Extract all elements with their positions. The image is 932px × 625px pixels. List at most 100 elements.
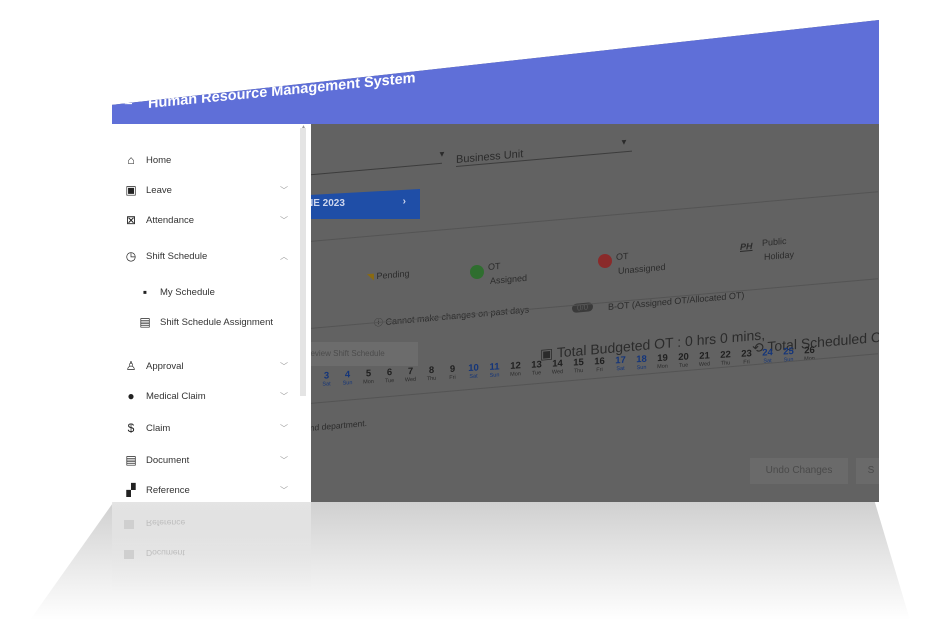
day-column-header: 4 Sun: [339, 369, 356, 387]
stamp-icon: ♙: [125, 359, 137, 373]
divider: [298, 278, 878, 330]
day-weekday: Sun: [342, 380, 353, 387]
chevron-down-icon[interactable]: ▼: [438, 149, 446, 159]
chevron-right-icon: ›: [402, 196, 406, 207]
day-weekday: Fri: [596, 366, 603, 374]
sidebar-item-approval[interactable]: ♙ Approval ﹀: [112, 351, 298, 381]
calendar-x-icon: ⊠: [125, 213, 137, 227]
day-column-header: 7 Wed: [402, 366, 419, 384]
sidebar-item-label: Attendance: [146, 214, 195, 226]
day-weekday: Fri: [449, 374, 456, 382]
chevron-down-icon[interactable]: ﹀: [280, 361, 288, 372]
day-column-header: 14 Wed: [549, 358, 566, 376]
reflection-icon: [124, 520, 134, 529]
dashboard-icon: ▞: [126, 483, 136, 497]
sidebar-reflection: Reference Document: [112, 502, 311, 592]
hamburger-menu-icon[interactable]: ≡: [124, 94, 138, 109]
chevron-down-icon[interactable]: ﹀: [280, 455, 288, 466]
month-next-button[interactable]: NE 2023 ›: [298, 189, 420, 219]
clipboard-icon: ▤: [139, 315, 151, 329]
day-column-header: 19 Mon: [654, 352, 671, 371]
day-column-header: 22 Thu: [717, 349, 734, 367]
reflection-icon: [124, 550, 134, 559]
sidebar-item-home[interactable]: ⌂ Home: [112, 145, 298, 175]
ot-assigned-icon: [470, 265, 484, 279]
day-weekday: Sat: [469, 373, 478, 380]
app-title: Human Resource Management System: [148, 70, 416, 112]
chevron-up-icon[interactable]: ︿: [280, 251, 288, 262]
day-weekday: Mon: [510, 371, 521, 378]
day-column-header: 20 Tue: [675, 351, 692, 369]
sidebar-item-label: Shift Schedule: [146, 250, 208, 262]
reflection-label: Document: [146, 548, 185, 558]
chevron-down-icon[interactable]: ﹀: [280, 485, 288, 496]
ot-assigned-line2: Assigned: [490, 272, 528, 286]
day-weekday: Wed: [404, 376, 417, 384]
day-weekday: Tue: [384, 377, 395, 385]
pending-label: Pending: [376, 268, 410, 282]
ot-assigned-line1: OT: [488, 260, 501, 272]
day-weekday: Sat: [616, 365, 625, 373]
save-button[interactable]: S: [856, 458, 879, 484]
sidebar-item-shift-schedule-assignment[interactable]: ▤ Shift Schedule Assignment: [112, 307, 298, 337]
day-column-header: 12 Mon: [507, 360, 524, 378]
dollar-icon: $: [127, 421, 135, 435]
day-column-header: 3 Sat: [318, 370, 335, 388]
document-icon: ▤: [125, 453, 137, 467]
chevron-down-icon[interactable]: ▼: [620, 137, 628, 147]
month-label: NE 2023: [306, 198, 345, 209]
app-bar: ≡ Human Resource Management System: [112, 20, 879, 124]
sidebar-item-label: Approval: [146, 360, 184, 372]
home-icon: ⌂: [127, 153, 135, 167]
sidebar-item-label: Reference: [146, 484, 190, 496]
chevron-down-icon[interactable]: ﹀: [280, 423, 288, 434]
undo-changes-button[interactable]: Undo Changes: [750, 458, 848, 484]
dollar-circle-icon: ●: [127, 389, 135, 403]
ot-unassigned-icon: [598, 254, 612, 268]
public-holiday-line1: Public: [762, 235, 787, 248]
day-column-header: 10 Sat: [465, 362, 482, 380]
public-holiday-abbr: PH: [740, 240, 753, 252]
chevron-down-icon[interactable]: ﹀: [280, 215, 288, 226]
flag-icon: ◥: [367, 271, 374, 282]
sidebar-item-label: Home: [146, 154, 172, 166]
chevron-down-icon[interactable]: ﹀: [280, 391, 288, 402]
sidebar-item-medical-claim[interactable]: ● Medical Claim ﹀: [112, 381, 298, 411]
day-weekday: Mon: [363, 378, 374, 386]
sidebar-item-label: Shift Schedule Assignment: [160, 316, 274, 328]
public-holiday-line2: Holiday: [764, 249, 795, 262]
day-weekday: Tue: [678, 362, 689, 369]
pending-legend: ◥ Pending: [367, 268, 409, 283]
badge-icon: ▪: [142, 285, 148, 299]
day-column-header: 6 Tue: [381, 367, 398, 385]
day-column-header: 16 Fri: [591, 356, 608, 374]
sidebar-scrollbar[interactable]: [300, 128, 306, 396]
day-column-header: 17 Sat: [612, 355, 629, 373]
sidebar-item-label: Medical Claim: [146, 390, 206, 402]
day-column-header: 21 Wed: [696, 350, 713, 368]
sidebar-item-document[interactable]: ▤ Document ﹀: [112, 445, 298, 475]
sidebar-item-shift-schedule[interactable]: ◷ Shift Schedule ︿: [112, 241, 298, 271]
scroll-up-icon[interactable]: ▲: [301, 124, 306, 130]
sidebar-item-reference[interactable]: ▞ Reference ﹀: [112, 475, 298, 502]
sidebar-item-claim[interactable]: $ Claim ﹀: [112, 413, 298, 443]
sidebar-item-my-schedule[interactable]: ▪ My Schedule: [112, 277, 298, 307]
clock-icon: ◷: [125, 249, 137, 263]
day-weekday: Tue: [531, 370, 542, 377]
reflection-label: Reference: [146, 518, 186, 528]
sidebar-item-leave[interactable]: ▣ Leave ﹀: [112, 175, 298, 205]
sidebar-drawer: ▲ ⌂ Home ▣ Leave ﹀ ⊠ Attendance ﹀ ◷ Shift Schedul…: [112, 124, 311, 502]
chevron-down-icon[interactable]: ﹀: [280, 185, 288, 196]
day-weekday: Thu: [573, 367, 584, 375]
day-weekday: Sat: [322, 381, 331, 388]
day-column-header: 15 Thu: [570, 357, 587, 375]
sidebar-item-attendance[interactable]: ⊠ Attendance ﹀: [112, 205, 298, 235]
day-column-header: 5 Mon: [360, 368, 377, 386]
app-window: ≡ Human Resource Management System ▼ Bus…: [112, 20, 879, 502]
sidebar-item-label: My Schedule: [160, 286, 215, 298]
day-column-header: 18 Sun: [633, 354, 650, 372]
select-underline: [302, 162, 442, 176]
day-column-header: 9 Fri: [444, 363, 461, 381]
sidebar-item-label: Document: [146, 454, 190, 466]
calendar-icon: ▣: [125, 183, 137, 197]
